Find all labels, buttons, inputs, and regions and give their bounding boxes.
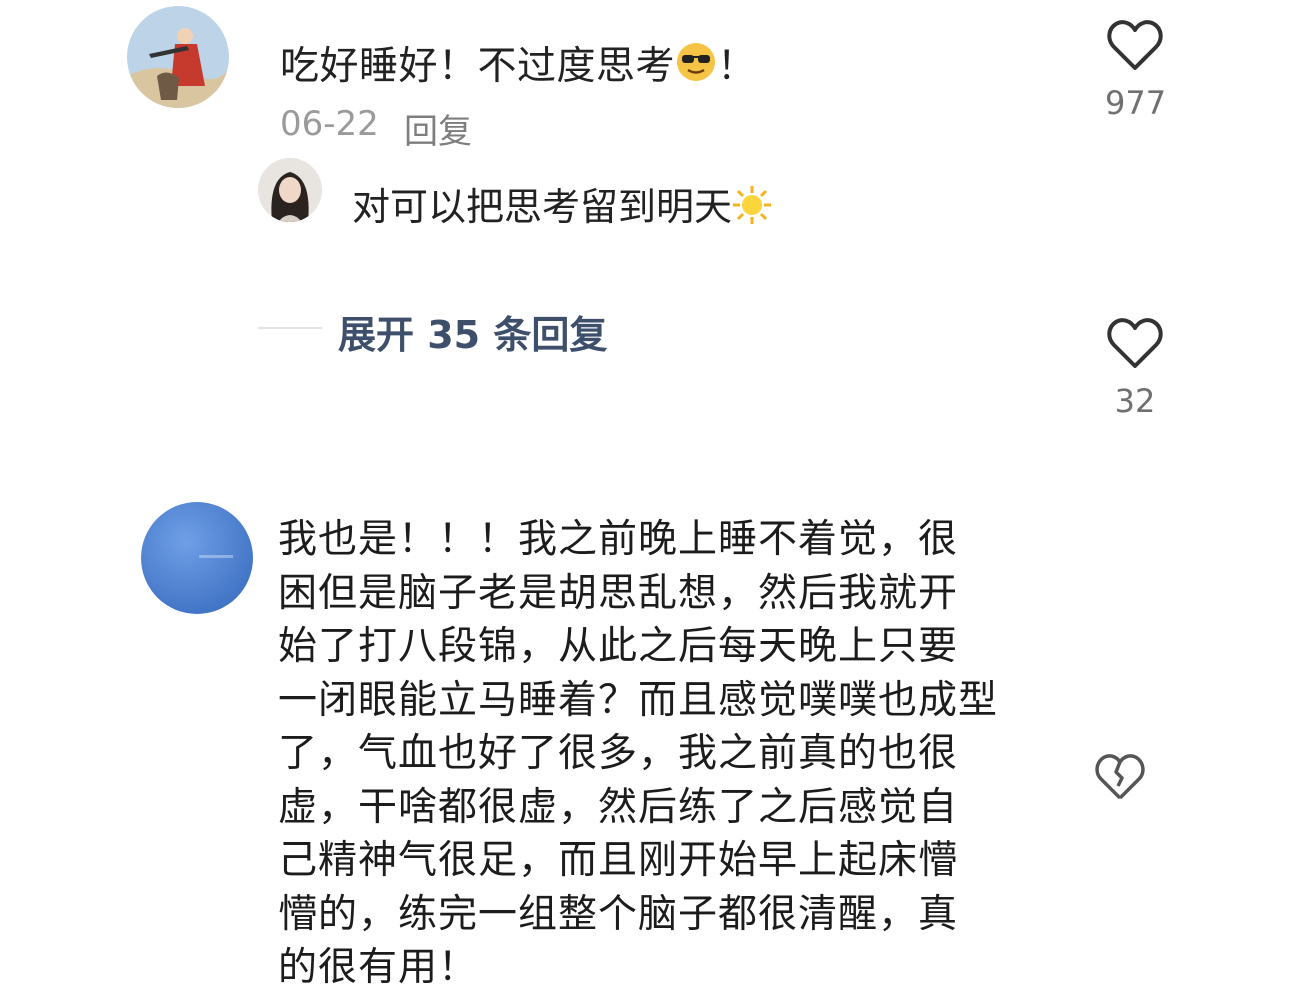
comment-1-text: 吃好睡好！不过度思考！ xyxy=(280,40,757,97)
reply-button[interactable]: 回复 xyxy=(404,104,472,153)
like-count-comment-1: 977 xyxy=(1105,84,1167,122)
avatar-comment-2[interactable] xyxy=(141,502,253,614)
dislike-button-comment-3[interactable] xyxy=(1090,752,1150,802)
comment-2-text: 我也是！！！我之前晚上睡不着觉，很 困但是脑子老是胡思乱想，然后我就开 始了打八… xyxy=(278,517,999,990)
heart-outline-icon xyxy=(1107,20,1163,70)
sun-emoji xyxy=(732,185,772,234)
expand-divider xyxy=(258,327,322,329)
comment-1-date: 06-22 xyxy=(280,104,379,144)
avatar-comment-1[interactable] xyxy=(127,6,229,108)
heart-outline-icon xyxy=(1107,318,1163,368)
like-count-comment-2: 32 xyxy=(1114,382,1156,420)
reply-1-text: 对可以把思考留到明天 xyxy=(352,176,772,234)
sunglasses-emoji xyxy=(675,41,717,97)
like-button-comment-2[interactable]: 32 xyxy=(1105,316,1165,420)
avatar-reply-1[interactable] xyxy=(258,158,322,222)
like-button-comment-1[interactable]: 977 xyxy=(1105,18,1167,122)
expand-replies-button[interactable]: 展开 35 条回复 xyxy=(338,304,607,359)
broken-heart-icon xyxy=(1095,754,1145,800)
